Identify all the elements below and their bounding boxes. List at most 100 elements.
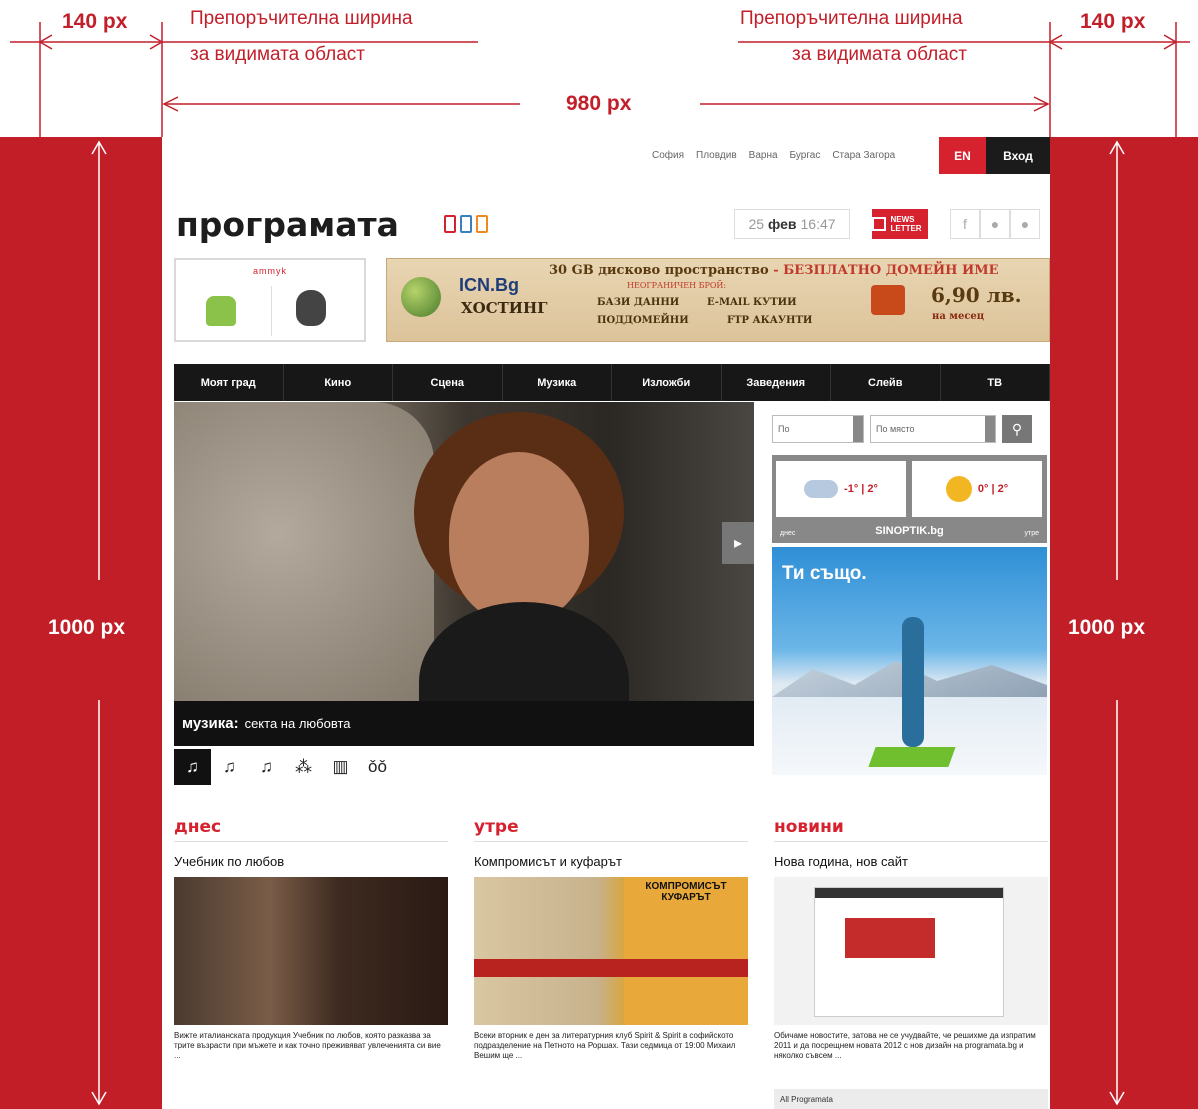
music-icon[interactable]: ♫	[174, 749, 211, 785]
android-icon[interactable]	[206, 296, 236, 326]
cloud-icon	[804, 480, 839, 498]
date-month: фев	[768, 216, 797, 232]
nav-item[interactable]: Кино	[284, 364, 393, 401]
top-bar: София Пловдив Варна Бургас Стара Загора …	[162, 137, 1050, 175]
hero-image[interactable]: ▸	[174, 402, 754, 746]
recommended-width-left-line2: за видимата област	[190, 44, 365, 65]
login-button[interactable]: Вход	[986, 137, 1050, 174]
people-icon[interactable]: ⁂	[285, 749, 322, 785]
banner-price: 6,90 лв.	[931, 283, 1022, 307]
search-icon[interactable]: ⚲	[1002, 415, 1032, 443]
nav-item[interactable]: Заведения	[722, 364, 831, 401]
website-screenshot-thumbnail	[814, 887, 1004, 1017]
banner-feature: E-MAIL КУТИИ	[707, 297, 797, 308]
viewport-width-label: 980 px	[566, 92, 632, 115]
today-temperature: -1° | 2°	[844, 483, 878, 495]
date-time-display: 25 фев 16:47	[734, 209, 850, 239]
book-band	[474, 959, 748, 977]
social-links: f ● ●	[950, 209, 1040, 239]
hero-title: секта на любовта	[244, 716, 351, 731]
place-select[interactable]: По място	[870, 415, 996, 443]
city-link[interactable]: Варна	[749, 150, 778, 161]
facebook-icon[interactable]: f	[950, 209, 980, 239]
apple-icon[interactable]: ●	[980, 209, 1010, 239]
right-margin-width-label: 140 px	[1080, 10, 1146, 33]
ad-title: Ти също.	[782, 563, 867, 584]
website-screenshot: София Пловдив Варна Бургас Стара Загора …	[162, 137, 1050, 1109]
article-image[interactable]: КОМПРОМИСЪТ КУФАРЪТ	[474, 877, 748, 1025]
nav-item[interactable]: Музика	[503, 364, 612, 401]
nav-item[interactable]: Изложби	[612, 364, 722, 401]
next-slide-icon[interactable]: ▸	[722, 522, 754, 564]
hero-caption[interactable]: музика: секта на любовта	[174, 701, 754, 746]
apple-icon[interactable]	[296, 290, 326, 326]
city-link[interactable]: София	[652, 150, 684, 161]
banner-per-month: на месец	[932, 311, 985, 322]
recommended-width-right-line1: Препоръчителна ширина	[740, 8, 963, 29]
ski-advertisement[interactable]: Ти също.	[772, 547, 1047, 775]
article-image[interactable]	[174, 877, 448, 1025]
tomorrow-section: утре Компромисът и куфарът КОМПРОМИСЪТ К…	[474, 817, 748, 1061]
nav-item[interactable]: Слейв	[831, 364, 941, 401]
banner-feature: FTP АКАУНТИ	[727, 315, 813, 326]
weather-widget[interactable]: -1° | 2° 0° | 2° днес SINOPTIK.bg утре	[772, 455, 1047, 543]
music-icon[interactable]: ♫	[248, 749, 285, 785]
category-select[interactable]: По	[772, 415, 864, 443]
section-title: утре	[474, 817, 748, 842]
time: 16:47	[800, 216, 836, 232]
apps-label: ammyk	[253, 266, 287, 276]
banner-feature: ПОДДОМЕЙНИ	[597, 315, 689, 326]
article-headline[interactable]: Нова година, нов сайт	[774, 854, 1048, 869]
ad-person	[902, 617, 924, 747]
tomorrow-temperature: 0° | 2°	[977, 483, 1009, 495]
section-title: новини	[774, 817, 1048, 842]
android-icon[interactable]: ●	[1010, 209, 1040, 239]
newsletter-button[interactable]: NEWS LETTER	[872, 209, 928, 239]
music-icon[interactable]: ♫	[211, 749, 248, 785]
bicycle-icon[interactable]: ǒǒ	[359, 749, 396, 785]
weather-provider: SINOPTIK.bg	[875, 525, 944, 537]
banner-feature: БАЗИ ДАННИ	[597, 297, 680, 308]
banner-brand: ICN.Bg	[459, 275, 519, 295]
city-link[interactable]: Бургас	[790, 150, 821, 161]
nav-item[interactable]: Сцена	[393, 364, 503, 401]
section-title: днес	[174, 817, 448, 842]
language-button[interactable]: EN	[939, 137, 986, 174]
city-list: София Пловдив Варна Бургас Стара Загора	[652, 150, 895, 161]
newsletter-label: NEWS LETTER	[890, 215, 922, 233]
category-icons: ♫ ♫ ♫ ⁂ ▥ ǒǒ	[174, 749, 396, 785]
article-headline[interactable]: Учебник по любов	[174, 854, 448, 869]
article-headline[interactable]: Компромисът и куфарът	[474, 854, 748, 869]
globe-icon	[401, 277, 441, 317]
left-margin-width-label: 140 px	[62, 10, 128, 33]
news-section: новини Нова година, нов сайт Обичаме нов…	[774, 817, 1048, 1061]
today-section: днес Учебник по любов Вижте италианската…	[174, 817, 448, 1061]
weather-today: -1° | 2°	[776, 461, 906, 517]
hosting-banner-ad[interactable]: ICN.Bg ХОСТИНГ 30 GB дисково пространств…	[386, 258, 1050, 342]
nav-item[interactable]: Моят град	[174, 364, 284, 401]
date-day: 25	[748, 216, 765, 232]
article-excerpt: Вижте италианската продукция Учебник по …	[174, 1031, 441, 1060]
bottom-strip[interactable]: All Programata	[774, 1089, 1048, 1109]
book-cover-title: КОМПРОМИСЪТ КУФАРЪТ	[624, 877, 748, 1025]
sun-icon	[945, 476, 972, 502]
banner-headline: 30 GB дисково пространство - БЕЗПЛАТНО Д…	[549, 263, 999, 278]
height-label-left: 1000 px	[48, 616, 126, 639]
height-label-right: 1000 px	[1068, 616, 1146, 639]
ad-grass	[868, 747, 956, 767]
tomorrow-label: утре	[1024, 530, 1040, 537]
site-logo[interactable]: програмата	[176, 205, 399, 244]
banner-hosting: ХОСТИНГ	[461, 299, 548, 317]
search-bar: По По място ⚲	[772, 415, 1050, 443]
hero-category: музика:	[182, 715, 239, 732]
article-excerpt: Обичаме новостите, затова не се учудвайт…	[774, 1031, 1036, 1060]
city-link[interactable]: Пловдив	[696, 150, 737, 161]
gift-icon	[871, 285, 905, 315]
weather-tomorrow: 0° | 2°	[912, 461, 1042, 517]
book-icon[interactable]: ▥	[322, 749, 359, 785]
city-link[interactable]: Стара Загора	[832, 150, 895, 161]
article-excerpt: Всеки вторник е ден за литературния клуб…	[474, 1031, 736, 1060]
nav-item[interactable]: ТВ	[941, 364, 1050, 401]
mobile-apps-box[interactable]: ammyk	[174, 258, 366, 342]
article-image[interactable]	[774, 877, 1048, 1025]
